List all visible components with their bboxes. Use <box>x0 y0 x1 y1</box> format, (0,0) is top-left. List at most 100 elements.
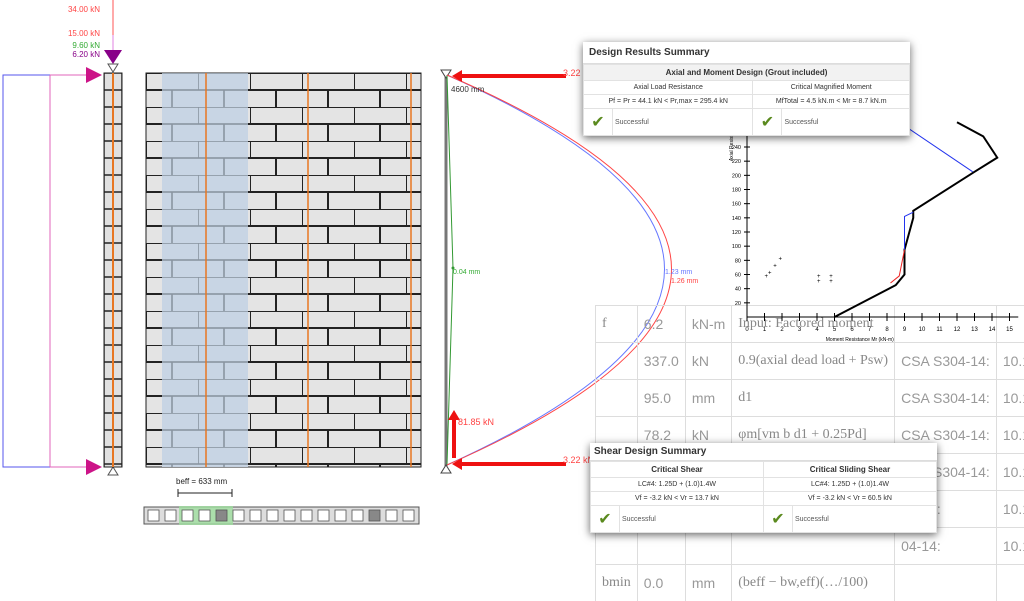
cell-ref: CSA S304-14: <box>895 343 997 380</box>
reaction-label: 81.85 kN <box>458 417 494 427</box>
check-icon: ✔ <box>584 109 613 136</box>
check-icon: ✔ <box>764 506 793 533</box>
result-value: Pf = Pr = 44.1 kN < Pr,max = 295.4 kN <box>584 95 753 109</box>
status-text: Successful <box>613 109 753 136</box>
cell-formula: 0.9(axial dead load + Psw) <box>732 343 895 380</box>
load-combination: LC#4: 1.25D + (1.0)1.4W <box>591 478 764 492</box>
load-combination: LC#4: 1.25D + (1.0)1.4W <box>764 478 937 492</box>
block-cell <box>318 510 329 521</box>
cell-ref <box>895 565 997 601</box>
block-cell <box>386 510 397 521</box>
table-row: f6.2kN-mInput: Factored moment <box>596 306 1024 343</box>
cell-formula: d1 <box>732 380 895 417</box>
block-cell <box>148 510 159 521</box>
cell-clause: 10.10.3 <box>996 528 1024 565</box>
cell-sym <box>596 380 638 417</box>
support-frame <box>3 67 102 475</box>
deflection-label: 0.04 mm <box>453 269 480 276</box>
cell-val: 337.0 <box>637 343 685 380</box>
cell-formula <box>732 528 895 565</box>
block-cell <box>216 510 227 521</box>
cell-val: 95.0 <box>637 380 685 417</box>
wall-plan-section <box>144 506 419 525</box>
block-cell <box>284 510 295 521</box>
check-icon: ✔ <box>753 109 782 136</box>
block-cell <box>199 510 210 521</box>
column-header: Critical Shear <box>591 462 764 478</box>
cell-clause <box>996 306 1024 343</box>
cell-clause: 10.10.3 <box>996 417 1024 454</box>
deflection-label: 1.26 mm <box>671 278 698 285</box>
pin-support-icon <box>441 70 451 78</box>
cell-unit: kN <box>685 343 731 380</box>
table-row: 04-14:10.10.3 <box>596 528 1024 565</box>
table-row: 95.0mmd1CSA S304-14:10.10.2.1 <box>596 380 1024 417</box>
support-arrow-top-icon <box>86 67 102 83</box>
cell-sym <box>596 343 638 380</box>
design-results-summary-panel: Design Results Summary Axial and Moment … <box>583 42 910 136</box>
beff-label: beff = 633 mm <box>176 477 228 486</box>
block-cell <box>182 510 193 521</box>
cell-formula: (beff − bw,eff)(…/100) <box>732 565 895 601</box>
cell-sym <box>596 528 638 565</box>
panel-title: Design Results Summary <box>583 42 910 64</box>
result-value: MfTotal = 4.5 kN.m < Mr = 8.7 kN.m <box>753 95 910 109</box>
status-text: Successful <box>793 506 937 533</box>
result-value: Vf = -3.2 kN < Vr = 60.5 kN <box>764 492 937 506</box>
block-cell <box>233 510 244 521</box>
cell-val: 0.0 <box>637 565 685 601</box>
load-label: 6.20 kN <box>72 50 100 59</box>
table-row: bmin0.0mm(beff − bw,eff)(…/100) <box>596 565 1024 601</box>
status-text: Successful <box>782 109 910 136</box>
grouted-cells <box>162 73 248 467</box>
cell-unit <box>685 528 731 565</box>
cell-clause: 10.10.2.1 <box>996 343 1024 380</box>
cell-sym: f <box>596 306 638 343</box>
load-label: 9.60 kN <box>72 41 100 50</box>
deflection-label: 1.23 mm <box>665 269 692 276</box>
cell-clause: 10.10.3 <box>996 454 1024 491</box>
result-value: Vf = -3.2 kN < Vr = 13.7 kN <box>591 492 764 506</box>
height-label: 4600 mm <box>451 85 485 94</box>
cell-unit: kN-m <box>685 306 731 343</box>
force-arrow-icon <box>452 458 462 470</box>
block-cell <box>335 510 346 521</box>
cell-val <box>637 528 685 565</box>
table-row: 337.0kN0.9(axial dead load + Psw)CSA S30… <box>596 343 1024 380</box>
cell-formula: Input: Factored moment <box>732 306 895 343</box>
check-icon: ✔ <box>591 506 620 533</box>
block-cell <box>267 510 278 521</box>
cell-clause <box>996 565 1024 601</box>
block-cell <box>301 510 312 521</box>
block-cell <box>352 510 363 521</box>
column-header: Critical Sliding Shear <box>764 462 937 478</box>
cell-ref: 04-14: <box>895 528 997 565</box>
force-label: 3.22 <box>563 68 581 78</box>
force-arrow-icon <box>452 70 462 82</box>
load-arrow-icon <box>104 50 122 64</box>
cell-unit: mm <box>685 380 731 417</box>
cell-val: 6.2 <box>637 306 685 343</box>
block-cell <box>369 510 380 521</box>
block-cell <box>403 510 414 521</box>
beff-dimension <box>178 489 232 497</box>
shear-design-summary-panel: Shear Design Summary Critical ShearCriti… <box>590 443 937 533</box>
cell-clause: 10.10.2.3 <box>996 491 1024 528</box>
block-cell <box>165 510 176 521</box>
cell-ref: CSA S304-14: <box>895 380 997 417</box>
cell-sym: bmin <box>596 565 638 601</box>
pin-support-icon <box>108 467 118 475</box>
cell-unit: mm <box>685 565 731 601</box>
load-label: 34.00 kN <box>68 5 100 14</box>
section-header: Axial and Moment Design (Grout included) <box>584 65 910 81</box>
status-text: Successful <box>620 506 764 533</box>
load-label: 15.00 kN <box>68 29 100 38</box>
pin-support-icon <box>441 465 451 473</box>
column-header: Critical Magnified Moment <box>753 81 910 95</box>
cell-ref <box>895 306 997 343</box>
support-arrow-bottom-icon <box>86 459 102 475</box>
panel-title: Shear Design Summary <box>590 443 937 461</box>
column-header: Axial Load Resistance <box>584 81 753 95</box>
block-cell <box>250 510 261 521</box>
cell-clause: 10.10.2.1 <box>996 380 1024 417</box>
